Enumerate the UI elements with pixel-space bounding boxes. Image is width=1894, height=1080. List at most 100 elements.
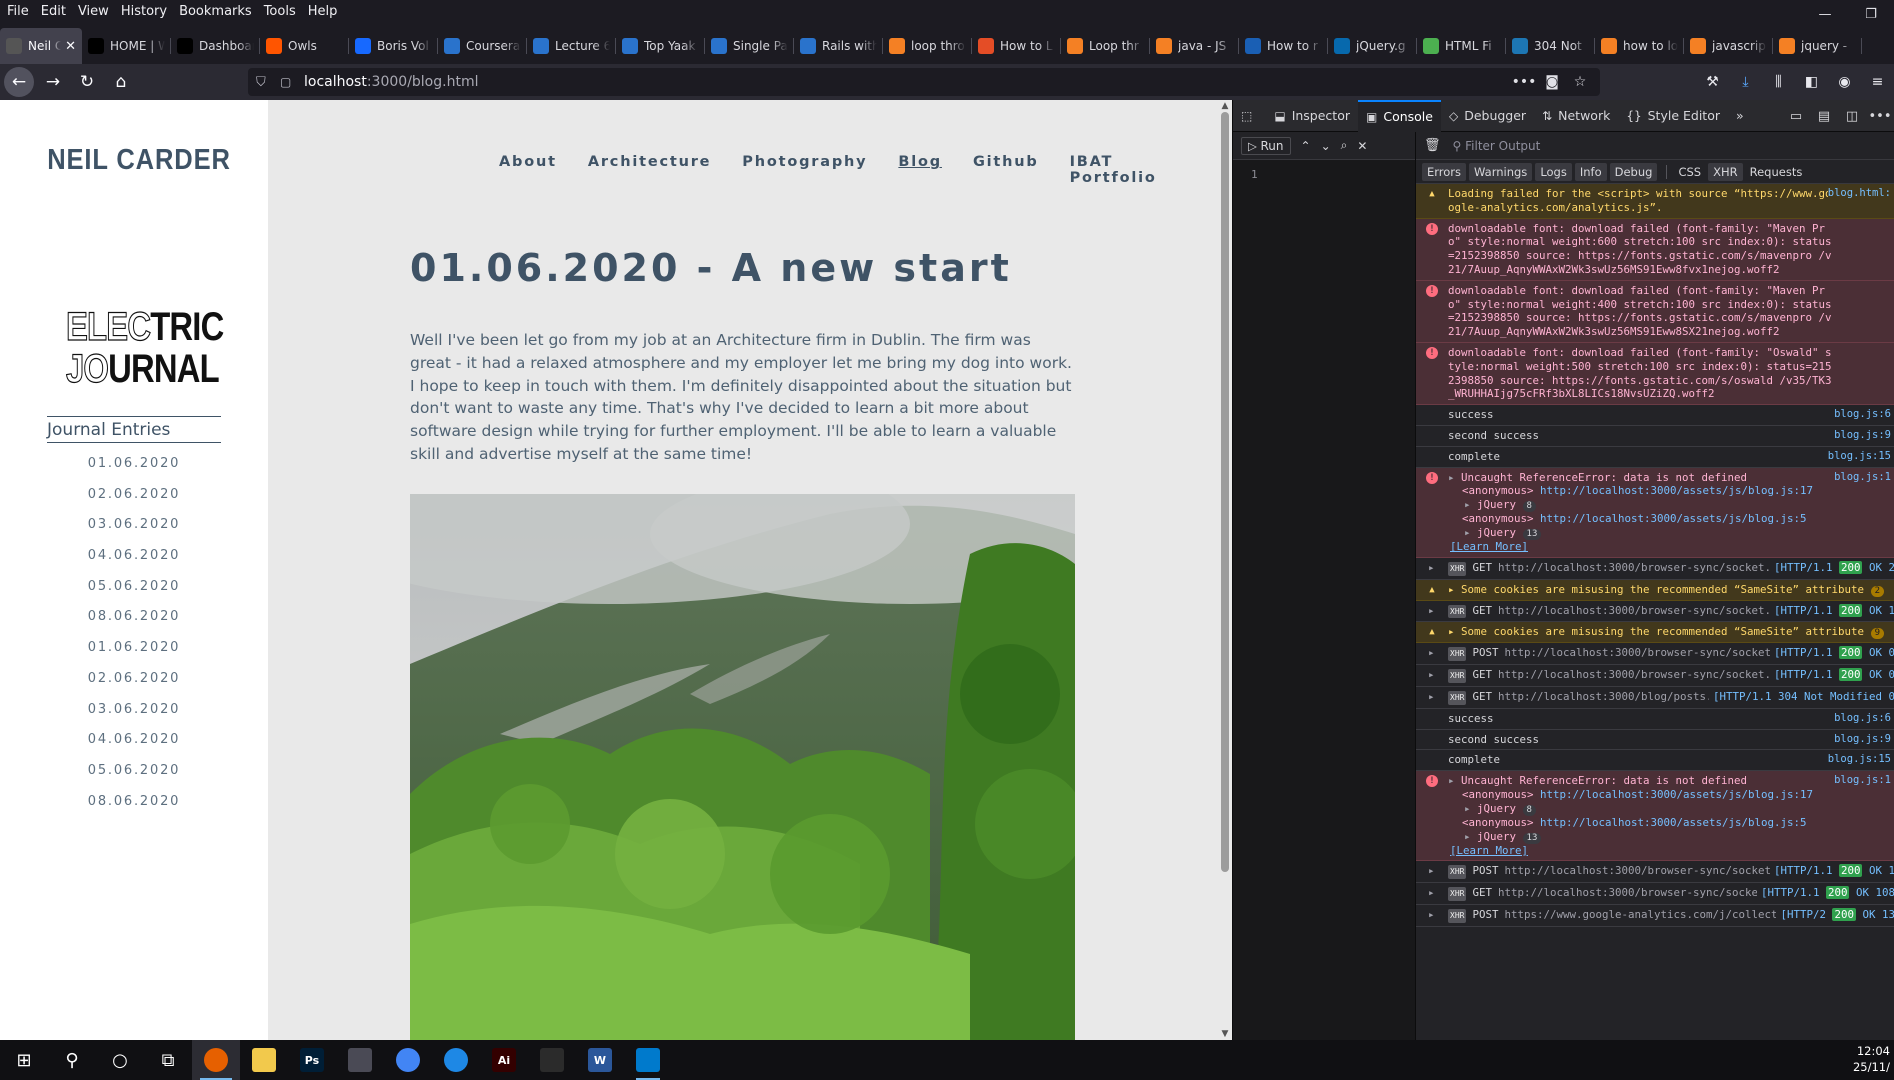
home-button[interactable]: ⌂ bbox=[106, 67, 136, 97]
system-clock[interactable]: 12:04 25/11/ bbox=[1853, 1043, 1890, 1075]
stack-frame-link[interactable]: http://localhost:3000/assets/js/blog.js:… bbox=[1540, 512, 1807, 525]
expand-triangle-icon[interactable]: ▸ bbox=[1464, 526, 1477, 539]
filter-output-input[interactable]: ⚲ Filter Output bbox=[1453, 139, 1541, 153]
menu-file[interactable]: File bbox=[0, 4, 34, 19]
request-url[interactable]: http://localhost:3000/browser-sync/socke… bbox=[1498, 668, 1804, 681]
menu-edit[interactable]: Edit bbox=[34, 4, 71, 19]
filter-errors[interactable]: Errors bbox=[1422, 162, 1467, 181]
taskbar-file-explorer-button[interactable] bbox=[240, 1040, 288, 1080]
browser-tab[interactable]: Lecture 6 bbox=[527, 28, 616, 64]
taskbar-chrome-button[interactable] bbox=[384, 1040, 432, 1080]
browser-tab[interactable]: Owls bbox=[260, 28, 349, 64]
request-url[interactable]: http://localhost:3000/browser-sync/socke… bbox=[1498, 886, 1797, 899]
stack-frame-link[interactable]: http://localhost:3000/assets/js/blog.js:… bbox=[1540, 816, 1807, 829]
journal-entry-link[interactable]: 05.06.2020 bbox=[0, 579, 268, 610]
scroll-up-icon[interactable]: ▲ bbox=[1220, 101, 1230, 111]
expand-triangle-icon[interactable]: ▸ bbox=[1428, 668, 1435, 682]
journal-entry-link[interactable]: 02.06.2020 bbox=[0, 671, 268, 702]
restore-button[interactable]: ❐ bbox=[1848, 0, 1894, 28]
taskbar-git-button[interactable] bbox=[528, 1040, 576, 1080]
expand-triangle-icon[interactable]: ▸ bbox=[1464, 498, 1477, 511]
console-xhr-request[interactable]: ▸ XHR GET http://localhost:3000/browser-syn… bbox=[1416, 883, 1894, 905]
console-warning[interactable]: ▲ ▸ Some cookies are misusing the recomme… bbox=[1416, 579, 1894, 601]
pocket-icon[interactable]: ◙ bbox=[1538, 74, 1566, 90]
scrollbar-thumb[interactable] bbox=[1221, 112, 1229, 872]
console-xhr-request[interactable]: ▸ XHR POST http://localhost:3000/browser-sy… bbox=[1416, 643, 1894, 666]
filter-info[interactable]: Info bbox=[1574, 162, 1607, 181]
message-source-link[interactable]: blog.js:6 bbox=[1834, 408, 1891, 422]
element-picker-button[interactable]: ⬚ bbox=[1233, 100, 1266, 132]
browser-tab[interactable]: Top Yaak bbox=[616, 28, 705, 64]
minimize-button[interactable]: — bbox=[1802, 0, 1848, 28]
request-url[interactable]: http://localhost:3000/browser-sync/socke… bbox=[1498, 604, 1810, 617]
browser-tab[interactable]: Single Pa bbox=[705, 28, 794, 64]
more-tools-button[interactable]: » bbox=[1728, 100, 1752, 132]
nav-link-architecture[interactable]: Architecture bbox=[588, 154, 711, 186]
message-source-link[interactable]: blog.js:6 bbox=[1834, 712, 1891, 726]
taskbar-task-view-button[interactable]: ⧉ bbox=[144, 1040, 192, 1080]
message-source-link[interactable]: blog.js:1 bbox=[1834, 774, 1891, 788]
scroll-down-icon[interactable]: ▼ bbox=[1220, 1029, 1230, 1039]
close-editor-icon[interactable]: ✕ bbox=[1357, 139, 1367, 153]
expand-triangle-icon[interactable]: ▸ bbox=[1464, 802, 1477, 815]
url-text[interactable]: localhost:3000/blog.html bbox=[304, 74, 478, 90]
url-bar[interactable]: ⛉ ▢ localhost:3000/blog.html ••• ◙ ☆ bbox=[248, 68, 1600, 96]
filter-debug[interactable]: Debug bbox=[1609, 162, 1658, 181]
browser-tab[interactable]: Neil Carder✕ bbox=[0, 28, 82, 64]
message-source-link[interactable]: blog.html: bbox=[1827, 187, 1891, 201]
back-button[interactable]: ← bbox=[4, 67, 34, 97]
filter-logs[interactable]: Logs bbox=[1535, 162, 1572, 181]
journal-entry-link[interactable]: 03.06.2020 bbox=[0, 517, 268, 548]
taskbar-search-button[interactable]: ⚲ bbox=[48, 1040, 96, 1080]
expand-triangle-icon[interactable]: ▸ bbox=[1448, 774, 1461, 787]
menu-tools[interactable]: Tools bbox=[257, 4, 301, 19]
browser-tab[interactable]: loop thro bbox=[883, 28, 972, 64]
browser-tab[interactable]: Loop thr bbox=[1061, 28, 1150, 64]
sidebar-toggle-icon[interactable]: ◧ bbox=[1795, 74, 1828, 90]
devtools-tab-style-editor[interactable]: {} Style Editor bbox=[1618, 100, 1728, 132]
dock-side-icon[interactable]: ◫ bbox=[1838, 109, 1866, 124]
console-xhr-request[interactable]: ▸ XHR GET http://localhost:3000/browser-syn… bbox=[1416, 558, 1894, 580]
learn-more-link[interactable]: [Learn More] bbox=[1448, 844, 1835, 858]
taskbar-snipping-button[interactable] bbox=[336, 1040, 384, 1080]
stack-frame-link[interactable]: http://localhost:3000/assets/js/blog.js:… bbox=[1540, 788, 1813, 801]
request-url[interactable]: http://localhost:3000/blog/posts.js... bbox=[1498, 690, 1745, 703]
browser-tab[interactable]: jquery - bbox=[1773, 28, 1862, 64]
expand-triangle-icon[interactable]: ▸ bbox=[1448, 471, 1461, 484]
request-url[interactable]: http://localhost:3000/browser-sync/socke… bbox=[1504, 646, 1810, 659]
browser-tab[interactable]: how to lo bbox=[1595, 28, 1684, 64]
reverse-search-icon[interactable]: ⌕ bbox=[1341, 138, 1348, 153]
taskbar-start-button[interactable]: ⊞ bbox=[0, 1040, 48, 1080]
browser-tab[interactable]: java - JS bbox=[1150, 28, 1239, 64]
history-up-icon[interactable]: ⌃ bbox=[1301, 139, 1311, 153]
tracking-protection-icon[interactable]: ⛉ bbox=[256, 75, 274, 90]
learn-more-link[interactable]: [Learn More] bbox=[1448, 540, 1835, 554]
console-xhr-request[interactable]: ▸ XHR POST https://www.google-analytics.com… bbox=[1416, 905, 1894, 927]
nav-link-photography[interactable]: Photography bbox=[742, 154, 867, 186]
devtools-tab-network[interactable]: ⇅ Network bbox=[1534, 100, 1618, 132]
close-tab-icon[interactable]: ✕ bbox=[65, 39, 76, 54]
browser-tab[interactable]: Rails with bbox=[794, 28, 883, 64]
devtools-menu-icon[interactable]: ••• bbox=[1866, 109, 1894, 124]
journal-entry-link[interactable]: 01.06.2020 bbox=[0, 640, 268, 671]
forward-button[interactable]: → bbox=[38, 67, 68, 97]
taskbar-cortana-button[interactable]: ○ bbox=[96, 1040, 144, 1080]
taskbar-word-button[interactable]: W bbox=[576, 1040, 624, 1080]
taskbar-illustrator-button[interactable]: Ai bbox=[480, 1040, 528, 1080]
browser-tab[interactable]: javascrip bbox=[1684, 28, 1773, 64]
devtools-tab-console[interactable]: ▣ Console bbox=[1358, 99, 1441, 132]
taskbar-firefox-button[interactable] bbox=[192, 1040, 240, 1080]
console-warning[interactable]: ▲ ▸ Some cookies are misusing the recomme… bbox=[1416, 622, 1894, 644]
page-scrollbar[interactable]: ▲ ▼ bbox=[1218, 100, 1232, 1040]
expand-triangle-icon[interactable]: ▸ bbox=[1428, 690, 1435, 704]
request-url[interactable]: http://localhost:3000/browser-sync/socke… bbox=[1498, 561, 1810, 574]
message-source-link[interactable]: blog.js:15 bbox=[1828, 753, 1891, 767]
page-info-icon[interactable]: ▢ bbox=[280, 75, 294, 89]
expand-triangle-icon[interactable]: ▸ bbox=[1428, 908, 1435, 922]
taskbar-safari-button[interactable] bbox=[432, 1040, 480, 1080]
request-url[interactable]: https://www.google-analytics.com/j/colle… bbox=[1504, 908, 1816, 921]
nav-link-ibat-portfolio[interactable]: IBAT Portfolio bbox=[1070, 154, 1187, 186]
expand-triangle-icon[interactable]: ▸ bbox=[1428, 561, 1435, 575]
console-xhr-request[interactable]: ▸ XHR GET http://localhost:3000/browser-syn… bbox=[1416, 665, 1894, 687]
wrench-icon[interactable]: ⚒ bbox=[1696, 74, 1729, 90]
